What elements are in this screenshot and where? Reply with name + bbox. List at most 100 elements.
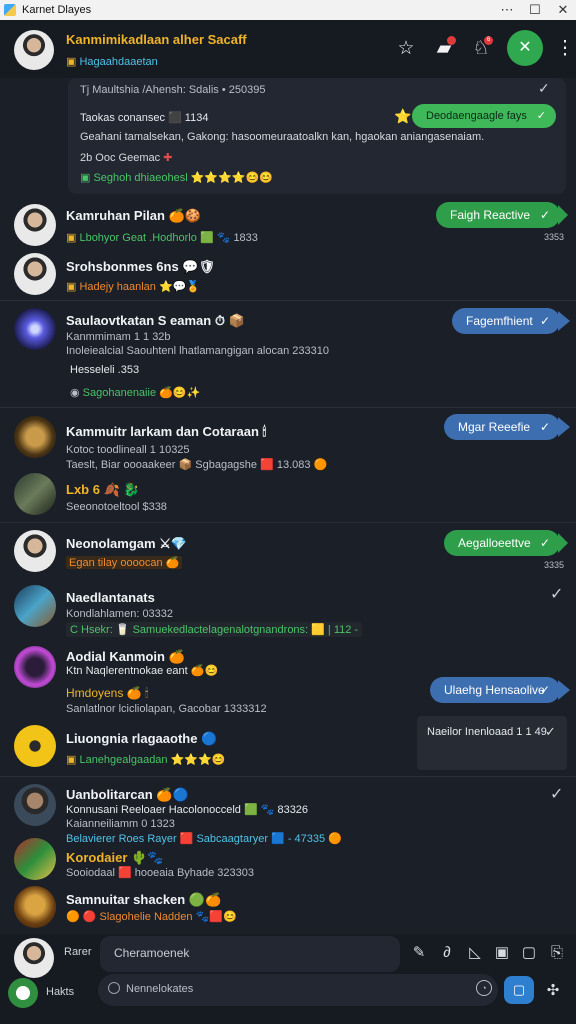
check-icon: ✓ [539, 208, 550, 222]
message-sub-extra: 🍊 [165, 557, 180, 569]
message-line: Inoleiealcial Saouhtenl lhatlamangigan a… [66, 345, 329, 357]
message-time: 3353 [544, 232, 565, 242]
header-avatar[interactable] [14, 30, 54, 70]
pill-tail [558, 205, 568, 225]
status-pill[interactable]: Fagemfhient ✓ [452, 308, 560, 334]
header-name: Kanmimikadlaan alher Sacaff [66, 32, 247, 47]
message-name-text: Uanbolitarcan [66, 787, 153, 802]
avatar[interactable] [14, 886, 56, 928]
message-name-text: Lxb 6 [66, 482, 100, 497]
plus-icon: ✚ [163, 152, 173, 164]
header-subtitle: Hagaahdaaetan [79, 56, 158, 68]
check-icon: ✓ [539, 536, 550, 550]
card-line3: Geahani tamalsekan, Gakong: hasoomeuraat… [80, 131, 485, 143]
message-sub-extra: ⭐💬🏅 [158, 281, 201, 293]
more-icon[interactable]: ⋮ [554, 38, 576, 60]
message-name: Uanbolitarcan 🍊🔵 [66, 787, 189, 803]
puzzle-icon[interactable]: ✣ [544, 982, 562, 1000]
avatar[interactable] [14, 530, 56, 572]
message-name: Korodaier 🌵🐾 [66, 850, 163, 866]
message-sub: ◉ Sagohanenaiie 🍊😊✨ [70, 387, 201, 399]
avatar[interactable] [14, 838, 56, 880]
status-pill-label: Fagemfhient [466, 314, 533, 328]
message-name-emoji: 🕯 [262, 424, 267, 439]
message-line-emoji: 🍊 🕯 [126, 686, 149, 700]
pin-icon[interactable]: ✎ [410, 944, 428, 962]
avatar[interactable] [14, 585, 56, 627]
pill-tail [558, 417, 570, 437]
header-subtitle-row: ▣ Hagaahdaaetan [66, 55, 158, 68]
app-icon [4, 4, 16, 16]
message-sub-text: Sagohanenaiie [82, 387, 157, 399]
message-name-text: Korodaier [66, 850, 128, 865]
message-line: Kondlahlamen: 03332 [66, 608, 174, 620]
check-icon: ✓ [536, 110, 546, 122]
message-sub: ▣ Lanehgealgaadan ⭐⭐⭐😊 [66, 754, 226, 766]
message-line: Sooiodaal 🟥 hooeaia Byhade 323303 [66, 867, 255, 879]
avatar[interactable] [14, 473, 56, 515]
check-icon: ✓ [550, 786, 564, 803]
message-name-emoji: 🍊 [168, 649, 185, 664]
image-icon[interactable]: ▣ [493, 944, 511, 962]
divider [0, 776, 576, 777]
clock-icon[interactable]: ◔ [476, 980, 492, 996]
check-icon: ✓ [550, 586, 564, 603]
avatar[interactable] [14, 253, 56, 295]
message-line: Kotoc toodlineall 1 10325 [66, 444, 190, 456]
search-placeholder: Nennelokates [126, 983, 194, 995]
avatar[interactable] [14, 416, 56, 458]
reply-panel[interactable]: Naeilor Inenloaad 1 1 49 ✓ [417, 716, 567, 770]
message-name-emoji: 🌵🐾 [131, 850, 164, 865]
message-name-text: Kammuitr larkam dan Cotaraan [66, 424, 259, 439]
message-name: Naedlantanats [66, 590, 155, 605]
composer-avatar[interactable] [14, 938, 54, 978]
pinned-card[interactable]: Tj Maultshia /Ahensh: Sdalis • 250395 ✓ … [68, 78, 566, 194]
check-icon: ✓ [545, 724, 556, 739]
edit-icon[interactable]: ◺ [466, 944, 484, 962]
message-name-emoji: 🔵 [201, 731, 218, 746]
close-button[interactable]: ✕ [548, 0, 576, 20]
message-name: Neonolamgam ⚔💎 [66, 536, 187, 552]
message-name-emoji: 💬🛡 [182, 259, 216, 274]
message-input[interactable]: Cheramoenek [100, 936, 400, 972]
avatar[interactable] [14, 784, 56, 826]
attach-icon[interactable]: ⎘ [548, 944, 566, 962]
card-tag[interactable]: Deodaengaagle fays ✓ [412, 104, 556, 128]
search-input[interactable]: Nennelokates ◔ [98, 974, 498, 1006]
avatar[interactable] [14, 725, 56, 767]
folder-badge [447, 36, 456, 45]
avatar[interactable] [14, 308, 56, 350]
avatar[interactable] [14, 204, 56, 246]
send-icon[interactable]: ▢ [504, 976, 534, 1004]
message-name: Kammuitr larkam dan Cotaraan 🕯 [66, 424, 266, 440]
message-name-text: Kamruhan Pilan [66, 208, 165, 223]
message-name-text: Srohsbonmes 6ns [66, 259, 179, 274]
message-sub: ▣ Hadejy haanlan ⭐💬🏅 [66, 281, 201, 293]
google-avatar[interactable] [8, 978, 38, 1008]
message-sub-text: Lanehgealgaadan [79, 754, 168, 766]
check-icon: ✓ [539, 420, 550, 434]
window-titlebar: Karnet Dlayes ⋯ ☐ ✕ [0, 0, 576, 20]
reply-panel-text: Naeilor Inenloaad 1 1 49 [427, 726, 547, 738]
chat-icon[interactable]: ▢ [520, 944, 538, 962]
message-name-text: Samnuitar shacken [66, 892, 186, 907]
message-sub-extra: ⭐⭐⭐😊 [170, 754, 226, 766]
link-icon[interactable]: ∂ [438, 944, 456, 962]
search-icon [108, 982, 120, 994]
minimize-button[interactable]: ⋯ [492, 0, 522, 20]
message-time: 3335 [544, 560, 565, 570]
avatar[interactable] [14, 646, 56, 688]
status-pill[interactable]: Mgar Reeefie ✓ [444, 414, 560, 440]
status-pill-label: Faigh Reactive [450, 208, 531, 222]
pill-tail [558, 533, 568, 553]
divider [0, 300, 576, 301]
status-pill[interactable]: Ulaehg Hensaolive ✓ [430, 677, 560, 703]
message-sub: Egan tilay oooocan 🍊 [66, 556, 183, 569]
maximize-button[interactable]: ☐ [520, 0, 550, 20]
status-pill[interactable]: Aegalloeettve ✓ [444, 530, 560, 556]
status-pill[interactable]: Faigh Reactive ✓ [436, 202, 560, 228]
message-sub-text: Lbohyor Geat .Hodhorlo [79, 232, 197, 244]
call-icon[interactable]: ✕ [507, 30, 543, 66]
bottom-label: Hakts [46, 986, 75, 998]
star-icon[interactable]: ☆ [395, 38, 417, 60]
